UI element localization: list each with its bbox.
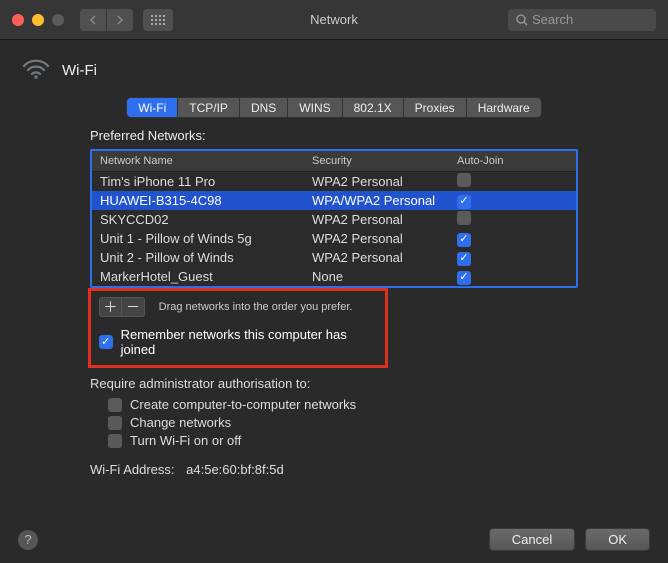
auth-option-checkbox[interactable] — [108, 434, 122, 448]
zoom-window-button — [52, 14, 64, 26]
auto-join-checkbox[interactable]: ✓ — [457, 271, 471, 285]
tab-proxies[interactable]: Proxies — [404, 98, 467, 117]
minimize-window-button[interactable] — [32, 14, 44, 26]
add-network-button[interactable]: ＋ — [100, 298, 122, 316]
back-button[interactable] — [80, 9, 106, 31]
search-placeholder: Search — [532, 12, 573, 27]
auth-option: Create computer-to-computer networks — [108, 397, 578, 412]
add-remove-control: ＋ － — [99, 297, 145, 317]
auth-option-label: Create computer-to-computer networks — [130, 397, 356, 412]
wifi-address-value: a4:5e:60:bf:8f:5d — [186, 462, 284, 477]
cell-security: WPA2 Personal — [304, 211, 449, 228]
tab-dns[interactable]: DNS — [240, 98, 288, 117]
tab-hardware[interactable]: Hardware — [467, 98, 541, 117]
auth-option: Turn Wi-Fi on or off — [108, 433, 578, 448]
drag-hint: Drag networks into the order you prefer. — [159, 301, 353, 313]
tab-wi-fi[interactable]: Wi-Fi — [127, 98, 178, 117]
cell-auto-join: ✓ — [449, 267, 541, 286]
remember-networks-checkbox[interactable]: ✓ — [99, 335, 113, 349]
col-security[interactable]: Security — [304, 151, 449, 171]
pane-header: Wi-Fi — [0, 40, 668, 93]
tab-bar: Wi-FiTCP/IPDNSWINS802.1XProxiesHardware — [0, 97, 668, 118]
auth-option-checkbox[interactable] — [108, 416, 122, 430]
show-all-button[interactable] — [143, 9, 173, 31]
table-header: Network Name Security Auto-Join — [92, 151, 576, 172]
cell-network-name: Unit 1 - Pillow of Winds 5g — [92, 230, 304, 247]
cancel-button[interactable]: Cancel — [489, 528, 575, 551]
cell-auto-join: ✓ — [449, 248, 541, 267]
auto-join-checkbox[interactable] — [457, 173, 471, 187]
auth-option-label: Change networks — [130, 415, 231, 430]
cell-network-name: HUAWEI-B315-4C98 — [92, 192, 304, 209]
cell-security: WPA2 Personal — [304, 173, 449, 190]
help-button[interactable]: ? — [18, 530, 38, 550]
cell-security: WPA/WPA2 Personal — [304, 192, 449, 209]
cell-network-name: SKYCCD02 — [92, 211, 304, 228]
remove-network-button[interactable]: － — [122, 298, 144, 316]
search-icon — [516, 14, 528, 26]
cell-auto-join — [449, 210, 541, 229]
wifi-icon — [22, 58, 50, 83]
cell-auto-join — [449, 172, 541, 191]
highlight-annotation: ＋ － Drag networks into the order you pre… — [88, 288, 388, 368]
cell-security: None — [304, 268, 449, 285]
networks-table[interactable]: Network Name Security Auto-Join Tim's iP… — [90, 149, 578, 288]
footer: ? Cancel OK — [0, 528, 668, 551]
cell-network-name: Unit 2 - Pillow of Winds — [92, 249, 304, 266]
titlebar: Network Search — [0, 0, 668, 40]
table-row[interactable]: HUAWEI-B315-4C98WPA/WPA2 Personal ✓ — [92, 191, 576, 210]
col-network-name[interactable]: Network Name — [92, 151, 304, 171]
nav-buttons — [80, 9, 133, 31]
table-row[interactable]: Unit 2 - Pillow of WindsWPA2 Personal ✓ — [92, 248, 576, 267]
cell-auto-join: ✓ — [449, 229, 541, 248]
cell-security: WPA2 Personal — [304, 249, 449, 266]
cell-security: WPA2 Personal — [304, 230, 449, 247]
auto-join-checkbox[interactable]: ✓ — [457, 195, 471, 209]
table-row[interactable]: Tim's iPhone 11 ProWPA2 Personal — [92, 172, 576, 191]
forward-button[interactable] — [107, 9, 133, 31]
cell-auto-join: ✓ — [449, 191, 541, 210]
auto-join-checkbox[interactable]: ✓ — [457, 252, 471, 266]
table-row[interactable]: SKYCCD02WPA2 Personal — [92, 210, 576, 229]
auto-join-checkbox[interactable] — [457, 211, 471, 225]
table-row[interactable]: MarkerHotel_GuestNone ✓ — [92, 267, 576, 286]
tab-wins[interactable]: WINS — [288, 98, 342, 117]
require-admin-label: Require administrator authorisation to: — [90, 376, 578, 391]
preferred-networks-label: Preferred Networks: — [90, 128, 578, 143]
auth-option-label: Turn Wi-Fi on or off — [130, 433, 241, 448]
auto-join-checkbox[interactable]: ✓ — [457, 233, 471, 247]
search-field[interactable]: Search — [508, 9, 656, 31]
auth-option: Change networks — [108, 415, 578, 430]
table-row[interactable]: Unit 1 - Pillow of Winds 5gWPA2 Personal… — [92, 229, 576, 248]
col-auto-join[interactable]: Auto-Join — [449, 151, 541, 171]
close-window-button[interactable] — [12, 14, 24, 26]
wifi-address-label: Wi-Fi Address: — [90, 462, 175, 477]
pane-title: Wi-Fi — [62, 62, 97, 79]
remember-networks-label: Remember networks this computer has join… — [121, 327, 377, 357]
auth-option-checkbox[interactable] — [108, 398, 122, 412]
cell-network-name: MarkerHotel_Guest — [92, 268, 304, 285]
tab-802-1x[interactable]: 802.1X — [343, 98, 404, 117]
tab-tcp-ip[interactable]: TCP/IP — [178, 98, 240, 117]
cell-network-name: Tim's iPhone 11 Pro — [92, 173, 304, 190]
ok-button[interactable]: OK — [585, 528, 650, 551]
window-controls — [12, 14, 64, 26]
